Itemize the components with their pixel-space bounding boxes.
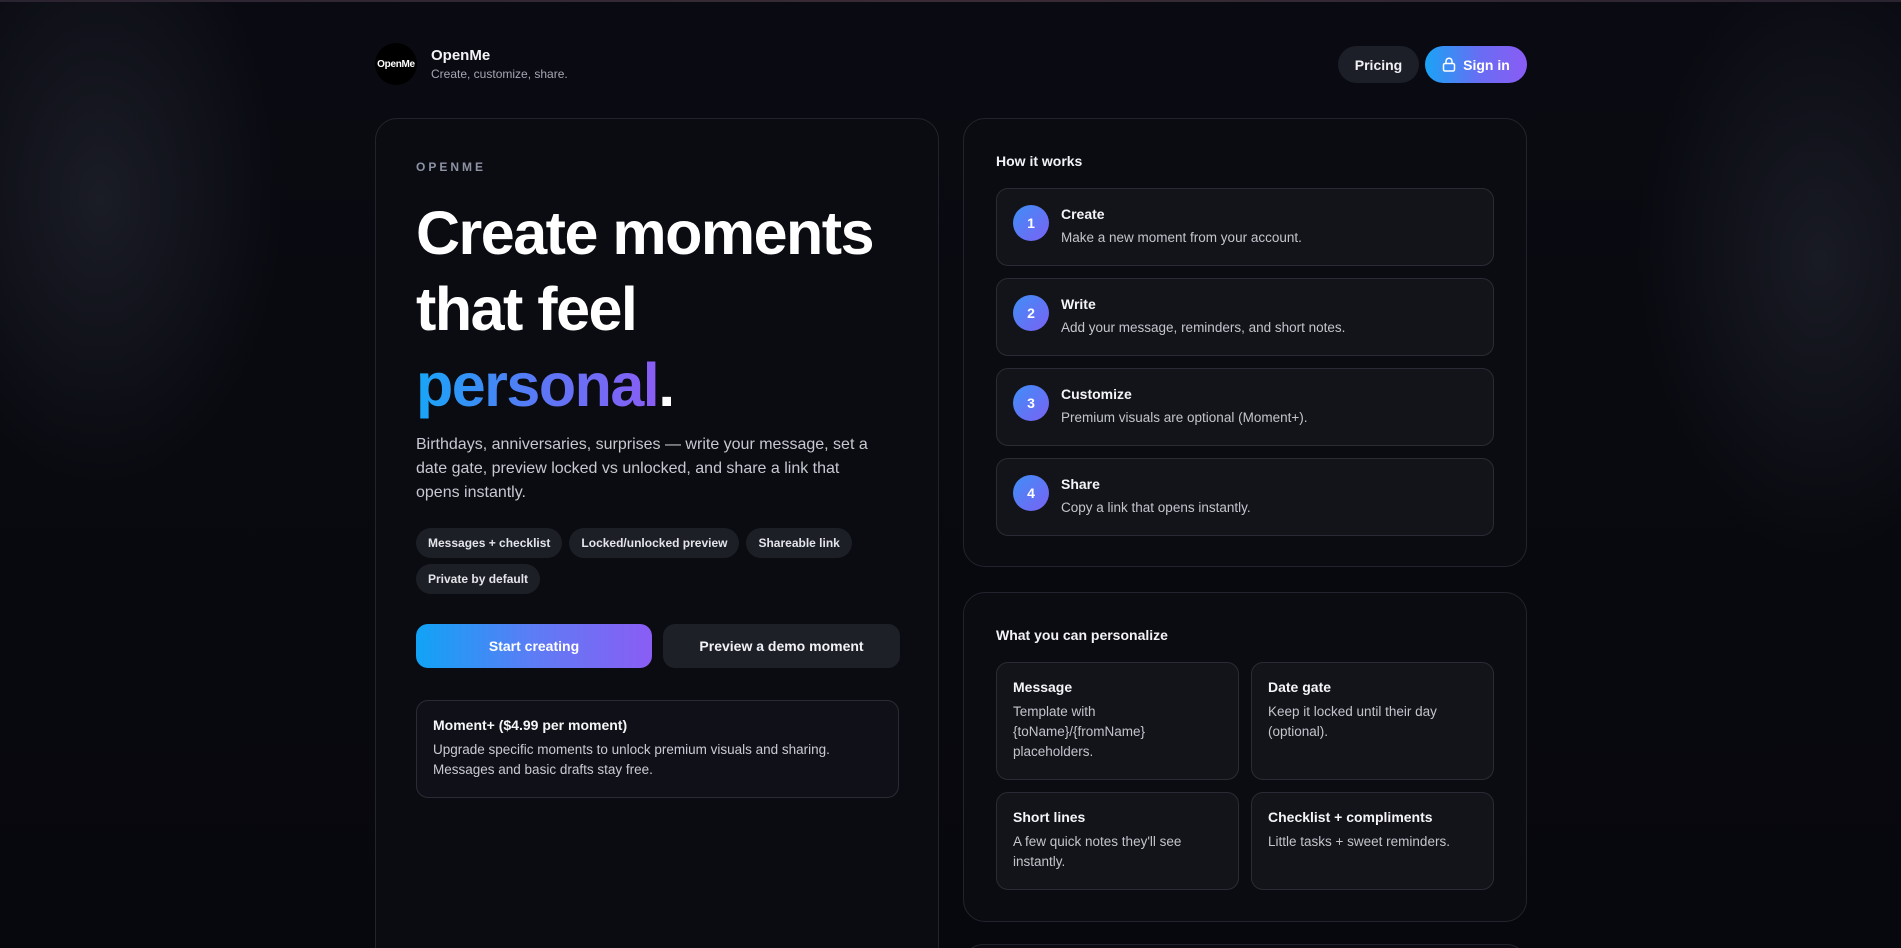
start-label: Start creating [488,638,580,654]
step-number: 4 [1013,475,1049,511]
moment-plus-promo: Moment+ ($4.99 per moment) Upgrade speci… [416,700,899,798]
lock-icon [1442,57,1456,72]
step-title: Customize [1061,386,1132,402]
brand-logo[interactable]: OpenMe [375,43,417,85]
step-description: Premium visuals are optional (Moment+). [1061,410,1308,425]
top-accent-line [0,0,1901,2]
pricing-button[interactable]: Pricing [1338,46,1419,83]
feature-chip: Private by default [416,564,541,594]
step-title: Create [1061,206,1105,222]
feature-tile: Message Template with {toName}/{fromName… [996,662,1239,780]
brand-name[interactable]: OpenMe [431,47,490,64]
feature-chip: Messages + checklist [416,528,563,558]
step-title: Write [1061,296,1096,312]
step-description: Make a new moment from your account. [1061,230,1302,245]
tile-description: A few quick notes they'll see instantly. [1013,834,1182,869]
hero-card: OPENME Create moments that feel personal… [375,118,939,948]
signin-button[interactable]: Sign in [1425,46,1527,83]
headline-accent: personal [416,351,660,419]
tile-title: Short lines [1013,809,1086,825]
headline-period: . [658,351,675,419]
pricing-label: Pricing [1354,56,1403,73]
start-creating-button[interactable]: Start creating [416,624,652,668]
feature-tile: Date gate Keep it locked until their day… [1251,662,1494,780]
eyebrow: OPENME [416,160,487,174]
personalize-card: What you can personalize Message Templat… [963,592,1527,922]
signin-label: Sign in [1463,56,1510,73]
step-title: Share [1061,476,1100,492]
step-item: 2 Write Add your message, reminders, and… [996,278,1494,356]
promo-title: Moment+ ($4.99 per moment) [433,717,628,733]
headline-text: Create moments that feel [416,199,875,343]
logo-text: OpenMe [377,58,415,70]
step-item: 1 Create Make a new moment from your acc… [996,188,1494,266]
step-description: Add your message, reminders, and short n… [1061,320,1346,335]
brand-tagline: Create, customize, share. [431,67,568,81]
site-header: OpenMe OpenMe Create, customize, share. … [375,43,1527,85]
preview-demo-button[interactable]: Preview a demo moment [663,624,900,668]
feature-tile: Checklist + compliments Little tasks + s… [1251,792,1494,890]
promo-text: Upgrade specific moments to unlock premi… [433,742,830,777]
hero-headline: Create moments that feel personal. [416,195,876,423]
step-number: 2 [1013,295,1049,331]
feature-chip: Shareable link [746,528,852,558]
step-item: 4 Share Copy a link that opens instantly… [996,458,1494,536]
tile-description: Little tasks + sweet reminders. [1268,834,1450,849]
feature-tile: Short lines A few quick notes they'll se… [996,792,1239,890]
section-title: How it works [996,153,1083,169]
demo-label: Preview a demo moment [699,638,864,654]
next-card-edge [963,944,1527,948]
feature-chip: Locked/unlocked preview [569,528,740,558]
step-number: 1 [1013,205,1049,241]
step-item: 3 Customize Premium visuals are optional… [996,368,1494,446]
tile-title: Date gate [1268,679,1332,695]
tile-description: Template with {toName}/{fromName} placeh… [1013,704,1146,759]
how-it-works-card: How it works 1 Create Make a new moment … [963,118,1527,567]
step-description: Copy a link that opens instantly. [1061,500,1251,515]
tile-title: Message [1013,679,1073,695]
tile-description: Keep it locked until their day (optional… [1268,704,1437,739]
section-title: What you can personalize [996,627,1168,643]
feature-chips: Messages + checklist Locked/unlocked pre… [416,528,896,594]
hero-description: Birthdays, anniversaries, surprises — wr… [416,436,868,501]
tile-title: Checklist + compliments [1268,809,1433,825]
step-number: 3 [1013,385,1049,421]
